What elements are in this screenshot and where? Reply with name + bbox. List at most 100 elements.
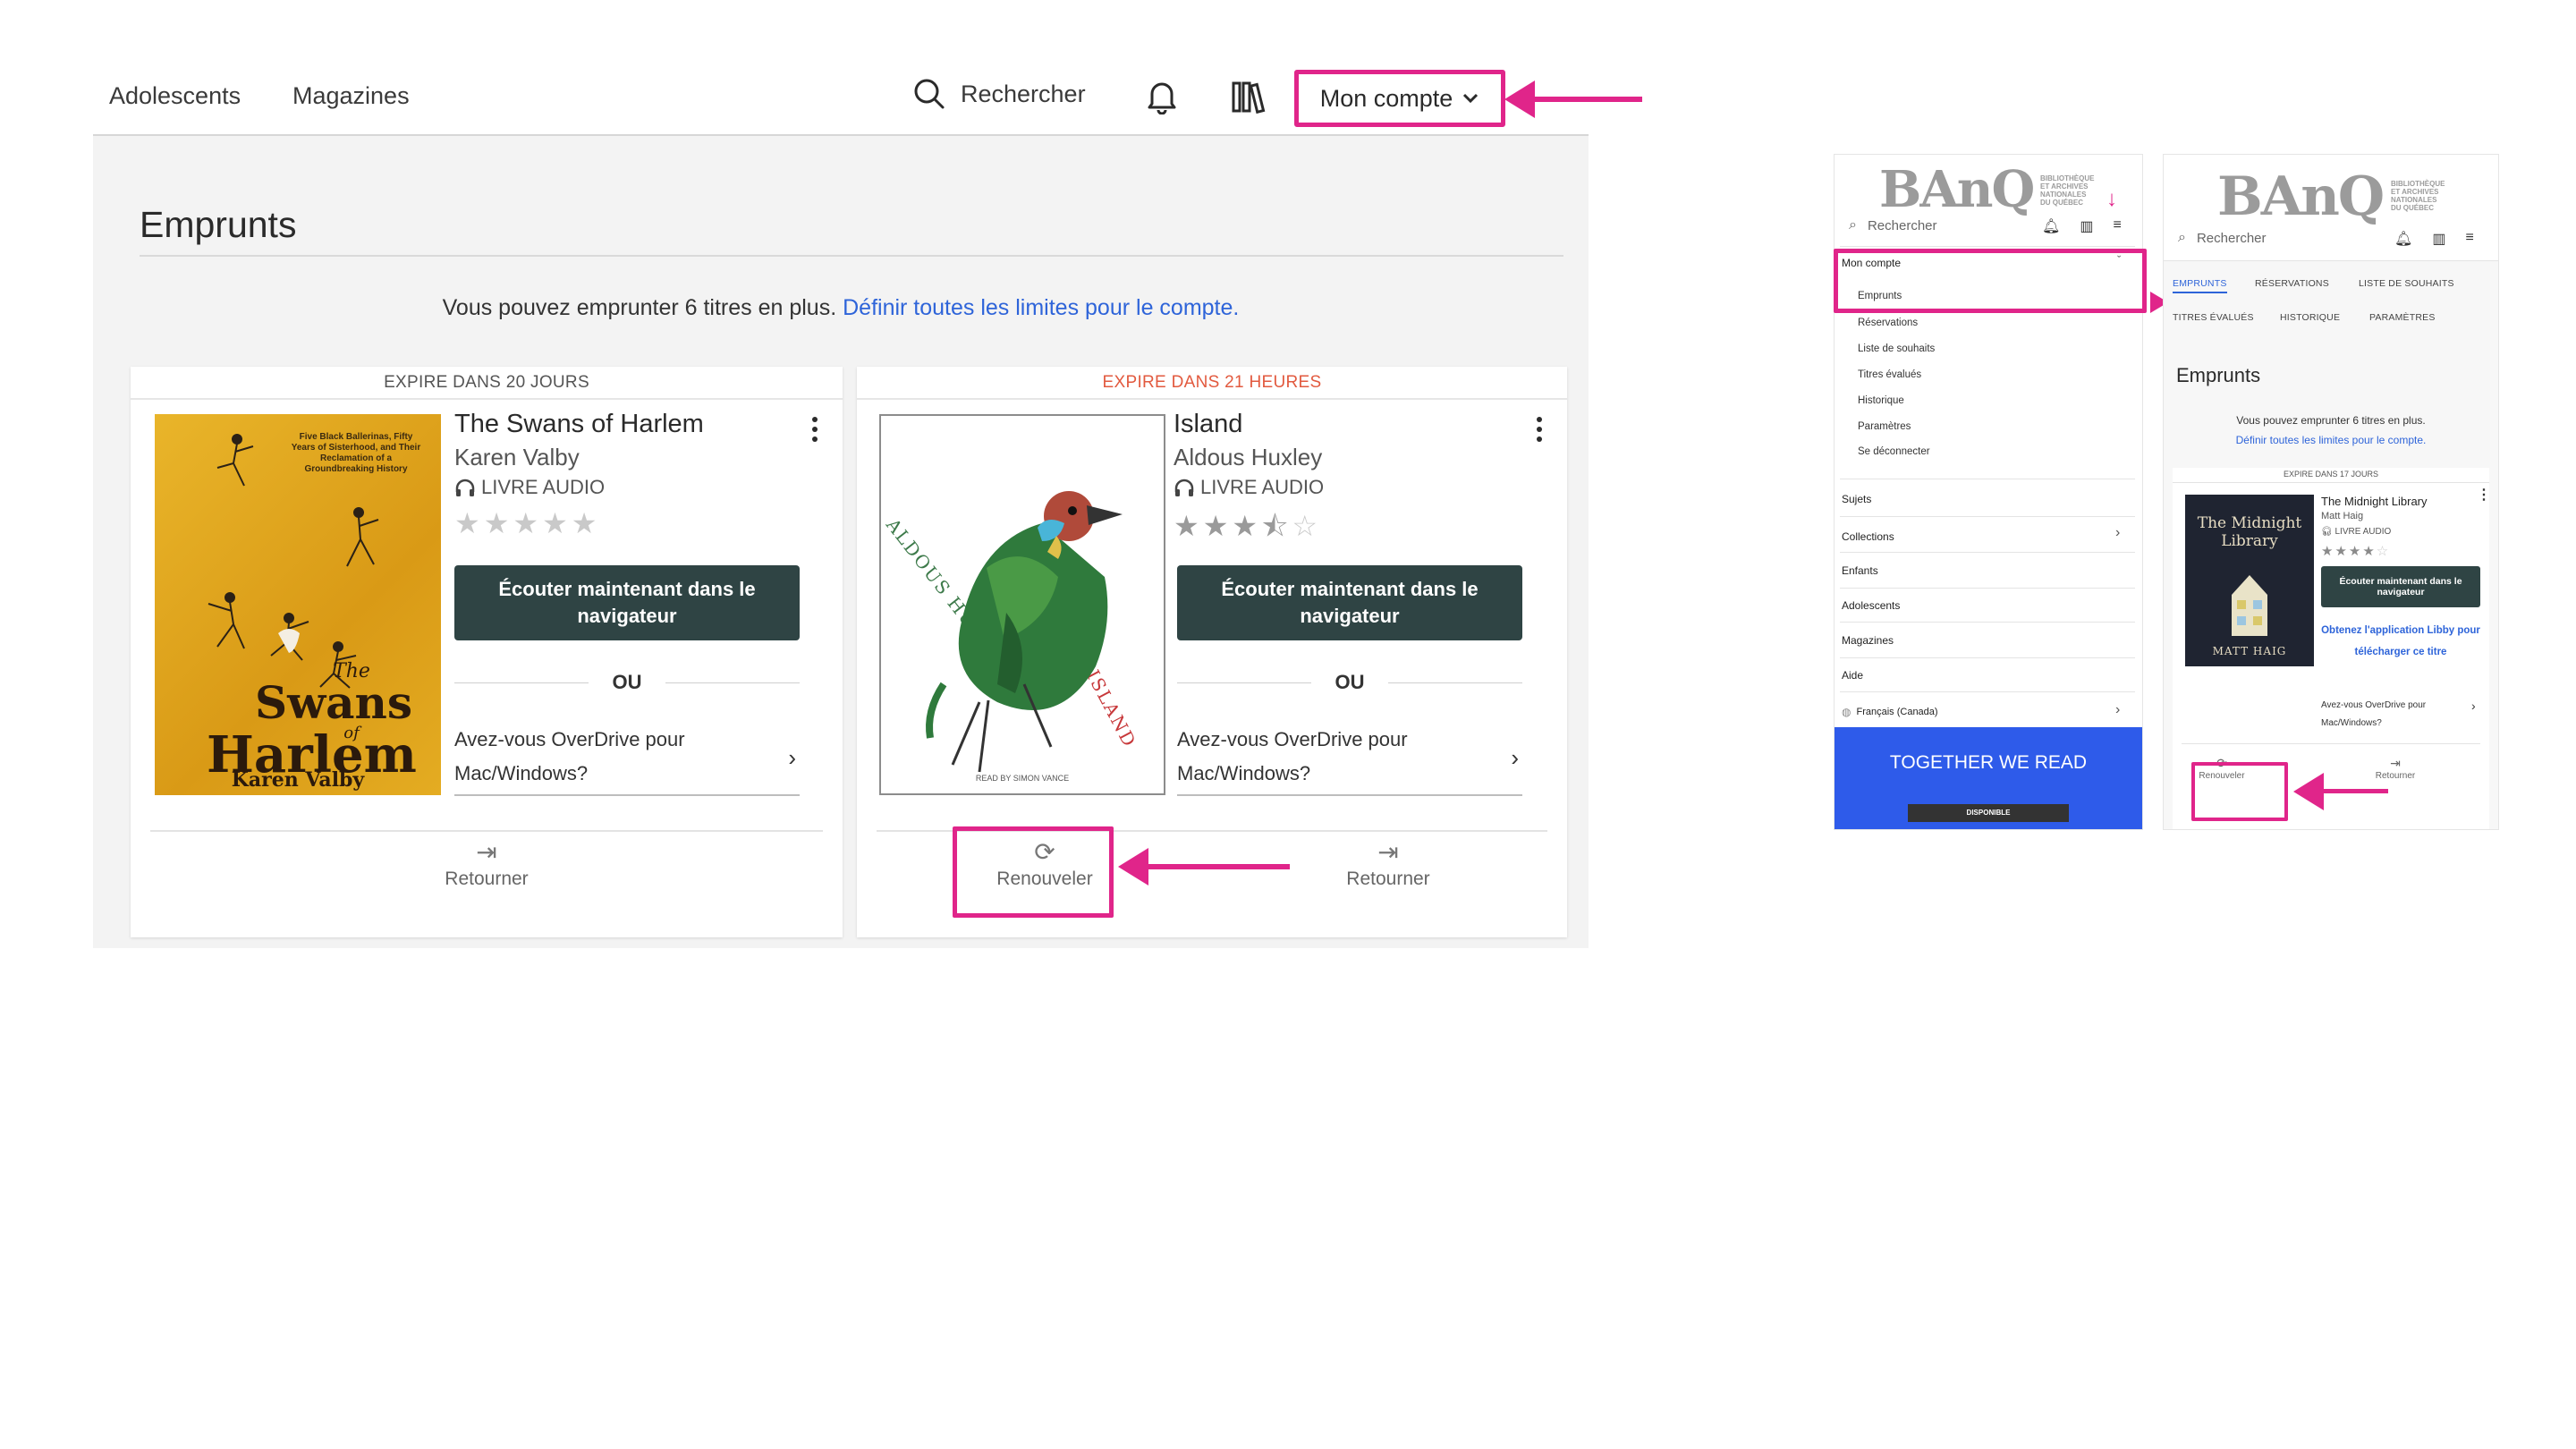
menu-icon[interactable]: ≡ xyxy=(2113,217,2121,235)
overdrive-link[interactable]: Avez-vous OverDrive pour Mac/Windows? › xyxy=(454,723,800,796)
menu-subitem[interactable]: Historique xyxy=(1858,395,1904,406)
nav-link-teens[interactable]: Adolescents xyxy=(109,82,241,110)
star-rating[interactable]: ★★★⯪☆ xyxy=(1174,506,1321,555)
more-options-icon[interactable] xyxy=(812,417,819,446)
tab-holds[interactable]: RÉSERVATIONS xyxy=(2255,278,2329,289)
return-icon: ⇥ xyxy=(476,838,497,866)
expire-label: EXPIRE DANS 21 HEURES xyxy=(857,367,1567,400)
language-selector[interactable]: ◍ Français (Canada) xyxy=(1842,706,1938,718)
return-label: Retourner xyxy=(1346,869,1430,889)
account-menu-button[interactable]: Mon compte xyxy=(1294,70,1505,127)
overdrive-link[interactable]: Avez-vous OverDrive pour Mac/Windows? › xyxy=(1177,723,1522,796)
book-title[interactable]: The Midnight Library xyxy=(2321,495,2428,508)
menu-item[interactable]: Sujets xyxy=(1842,493,1871,505)
or-separator: OU xyxy=(454,669,800,696)
highlight-box-mobile-renew xyxy=(2191,762,2288,821)
overdrive-label: Avez-vous OverDrive pour Mac/Windows? xyxy=(454,728,685,784)
get-libby-link[interactable]: Obtenez l'application Libby pour télécha… xyxy=(2321,620,2480,663)
book-author[interactable]: Karen Valby xyxy=(454,444,580,471)
highlight-box-renew xyxy=(953,826,1114,918)
return-icon: ⇥ xyxy=(2390,756,2401,770)
search-label: Rechercher xyxy=(1867,217,1937,233)
menu-item[interactable]: Adolescents xyxy=(1842,599,1900,612)
bell-icon[interactable]: 🔔︎ xyxy=(2042,217,2060,235)
loan-limit-text: Vous pouvez emprunter 6 titres en plus. xyxy=(2236,414,2426,427)
star-rating[interactable]: ★★★★☆ xyxy=(2321,543,2390,559)
library-logo: BAnQ xyxy=(1879,160,2035,219)
highlight-arrow-account xyxy=(1504,80,1642,118)
more-options-icon[interactable] xyxy=(1537,417,1544,446)
book-cover[interactable]: Five Black Ballerinas, Fifty Years of Si… xyxy=(155,414,441,795)
menu-subitem[interactable]: Réservations xyxy=(1858,318,1918,328)
loan-limit-info: Vous pouvez emprunter 6 titres en plus. … xyxy=(0,295,1682,321)
cover-author: Karen Valby xyxy=(231,768,365,792)
page-title: Emprunts xyxy=(140,204,297,245)
bell-icon[interactable] xyxy=(1145,79,1179,114)
menu-subitem[interactable]: Titres évalués xyxy=(1858,369,1921,380)
bell-icon[interactable]: 🔔︎ xyxy=(2394,230,2412,248)
loan-limit-text: Vous pouvez emprunter 6 titres en plus. xyxy=(442,295,837,320)
tab-settings[interactable]: PARAMÈTRES xyxy=(2369,312,2436,323)
highlight-arrow-renew xyxy=(1118,848,1290,886)
menu-subitem[interactable]: Liste de souhaits xyxy=(1858,343,1935,354)
more-options-icon[interactable]: ⋮ xyxy=(2477,488,2491,503)
search-link[interactable]: ⌕ Rechercher xyxy=(2178,230,2267,246)
bookshelf-icon[interactable] xyxy=(1231,79,1270,114)
expire-label: EXPIRE DANS 17 JOURS xyxy=(2283,470,2379,479)
chevron-right-icon: › xyxy=(2471,699,2476,713)
book-author[interactable]: Aldous Huxley xyxy=(1174,444,1322,471)
overdrive-link[interactable]: Avez-vous OverDrive pour Mac/Windows? xyxy=(2321,697,2455,733)
cover-title: The Midnight Library xyxy=(2197,514,2302,550)
tab-rated[interactable]: TITRES ÉVALUÉS xyxy=(2173,312,2254,323)
return-button[interactable]: ⇥ Retourner xyxy=(2364,756,2427,781)
headphones-icon xyxy=(1174,479,1194,496)
headphones-icon xyxy=(455,479,475,496)
book-cover[interactable]: ALDOUS HUXLEY ISLAND READ BY SIMON VANCE xyxy=(879,414,1165,795)
return-button[interactable]: ⇥ Retourner xyxy=(415,837,558,890)
menu-item[interactable]: Enfants xyxy=(1842,564,1878,577)
bookshelf-icon[interactable]: ▥ xyxy=(2080,217,2093,235)
menu-icon[interactable]: ≡ xyxy=(2465,230,2473,248)
expire-label: EXPIRE DANS 20 JOURS xyxy=(131,367,843,400)
highlight-arrow-mobile-renew xyxy=(2293,773,2388,810)
menu-subitem[interactable]: Paramètres xyxy=(1858,421,1911,432)
listen-now-button[interactable]: Écouter maintenant dans le navigateur xyxy=(454,565,800,640)
promo-banner[interactable]: TOGETHER WE READ DISPONIBLE xyxy=(1835,727,2142,829)
headphones-icon: 🎧︎ xyxy=(2321,527,2333,537)
menu-subitem[interactable]: Se déconnecter xyxy=(1858,446,1930,457)
title-divider xyxy=(140,255,1563,257)
book-title[interactable]: Island xyxy=(1174,410,1242,439)
card-divider xyxy=(150,830,823,832)
search-link[interactable]: Rechercher xyxy=(912,77,1086,111)
menu-item[interactable]: Collections xyxy=(1842,530,1894,543)
header-icons: 🔔︎ ▥ ≡ xyxy=(2394,230,2474,248)
or-label: OU xyxy=(612,671,642,693)
star-rating[interactable]: ★★★★★ xyxy=(454,506,600,540)
nav-link-magazines[interactable]: Magazines xyxy=(292,82,410,110)
menu-item[interactable]: Magazines xyxy=(1842,634,1894,647)
book-title[interactable]: The Swans of Harlem xyxy=(454,410,704,439)
chevron-right-icon: › xyxy=(1511,744,1519,771)
highlight-box-account-menu xyxy=(1834,249,2147,313)
listen-now-button[interactable]: Écouter maintenant dans le navigateur xyxy=(1177,565,1522,640)
limits-link[interactable]: Définir toutes les limites pour le compt… xyxy=(2164,434,2498,446)
search-link[interactable]: ⌕ Rechercher xyxy=(1849,217,1937,233)
book-cover[interactable]: The Midnight Library MATT HAIG xyxy=(2185,495,2314,666)
page-title: Emprunts xyxy=(2176,364,2261,386)
logo-subtitle: BIBLIOTHÈQUE ET ARCHIVES NATIONALES DU QUÉ… xyxy=(2391,180,2445,212)
language-label: Français (Canada) xyxy=(1856,707,1938,717)
book-author[interactable]: Matt Haig xyxy=(2321,511,2363,521)
globe-icon: ◍ xyxy=(1842,706,1852,718)
arrow-down-icon: ↓ xyxy=(2106,187,2117,211)
tab-loans[interactable]: EMPRUNTS xyxy=(2173,278,2227,293)
return-button[interactable]: ⇥ Retourner xyxy=(1317,837,1460,890)
library-logo: BAnQ xyxy=(2217,165,2385,228)
limits-link[interactable]: Définir toutes les limites pour le compt… xyxy=(843,295,1239,320)
tab-history[interactable]: HISTORIQUE xyxy=(2280,312,2340,323)
tab-wishlist[interactable]: LISTE DE SOUHAITS xyxy=(2359,278,2454,289)
menu-item[interactable]: Aide xyxy=(1842,669,1863,682)
cover-author: MATT HAIG xyxy=(2212,645,2287,657)
top-navigation: Adolescents Magazines Rechercher Mon com… xyxy=(0,0,1642,134)
listen-now-button[interactable]: Écouter maintenant dans le navigateur xyxy=(2321,566,2480,607)
bookshelf-icon[interactable]: ▥ xyxy=(2432,230,2445,248)
